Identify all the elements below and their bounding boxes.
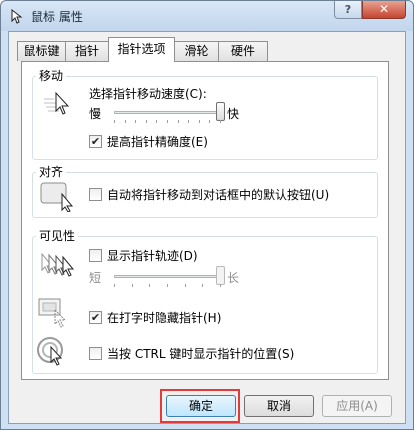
motion-group-label: 移动 [36,69,67,83]
precision-label[interactable]: 提高指针精确度(E) [107,135,208,149]
ctrl-locate-checkbox[interactable] [89,347,102,360]
help-button[interactable]: ? [334,1,362,19]
slider-tick [167,120,168,123]
slider-tick [184,284,186,287]
pointer-speed-slider[interactable] [114,111,220,114]
cancel-button[interactable]: 取消 [244,395,314,417]
slider-tick [220,284,221,287]
slider-tick [167,284,168,287]
dialog-client-area: 鼠标键 指针 指针选项 滑轮 硬件 移动 选择指针移动速度(C): 慢 快 ✔ … [8,31,406,424]
snap-to-label[interactable]: 自动将指针移动到对话框中的默认按钮(U) [107,188,329,202]
check-mark-icon: ✔ [90,311,101,324]
pointer-speed-label: 选择指针移动速度(C): [89,87,207,101]
pointer-trails-label[interactable]: 显示指针轨迹(D) [107,249,198,263]
tab-pointers[interactable]: 指针 [65,41,109,61]
title-bar[interactable]: 鼠标 属性 ? ✕ [1,1,413,31]
slider-tick [177,120,179,123]
short-label: 短 [89,271,102,285]
mouse-icon [11,8,23,24]
tab-wheel[interactable]: 滑轮 [174,41,219,61]
slider-tick [131,284,133,287]
pointer-trails-icon [41,252,75,277]
snap-to-icon [40,182,74,212]
slider-tick [188,120,190,123]
apply-button[interactable]: 应用(A) [322,395,392,417]
precision-checkbox[interactable]: ✔ [89,135,102,148]
tab-hardware[interactable]: 硬件 [218,41,268,61]
snap-to-group-label: 对齐 [36,165,67,179]
slider-tick [209,120,211,123]
slow-label: 慢 [89,107,102,121]
slider-tick [135,120,137,123]
pointer-trails-slider-thumb[interactable] [215,266,225,285]
mouse-properties-window: 鼠标 属性 ? ✕ 鼠标键 指针 指针选项 滑轮 硬件 移动 选择指针移动速度(… [0,0,414,430]
slider-tick [114,120,115,123]
ok-button[interactable]: 确定 [166,395,236,417]
fast-label: 快 [227,107,240,121]
pointer-speed-icon [44,91,70,115]
slider-tick [114,284,115,287]
close-button[interactable]: ✕ [362,1,406,19]
hide-while-typing-checkbox[interactable]: ✔ [89,311,102,324]
window-title: 鼠标 属性 [31,10,83,24]
pointer-options-panel: 移动 选择指针移动速度(C): 慢 快 ✔ 提高指针精确度(E) 对齐 自动将指… [21,61,389,380]
tab-buttons[interactable]: 鼠标键 [17,41,66,61]
slider-tick [149,284,151,287]
slider-tick [220,120,221,123]
slider-tick [156,120,158,123]
pointer-trails-slider[interactable] [114,275,220,278]
pointer-speed-slider-thumb[interactable] [215,102,225,121]
slider-tick [202,284,204,287]
visibility-group-label: 可见性 [36,229,79,243]
hide-while-typing-label[interactable]: 在打字时隐藏指针(H) [107,311,221,325]
ctrl-locate-label[interactable]: 当按 CTRL 键时显示指针的位置(S) [107,347,294,361]
slider-tick [198,120,200,123]
check-mark-icon: ✔ [90,135,101,148]
hide-pointer-icon [38,298,67,328]
snap-to-checkbox[interactable] [89,188,102,201]
pointer-trails-checkbox[interactable] [89,249,102,262]
slider-tick [124,120,126,123]
slider-tick [145,120,147,123]
ctrl-locate-icon [37,337,63,366]
long-label: 长 [227,271,240,285]
tab-pointer-options[interactable]: 指针选项 [108,37,175,62]
